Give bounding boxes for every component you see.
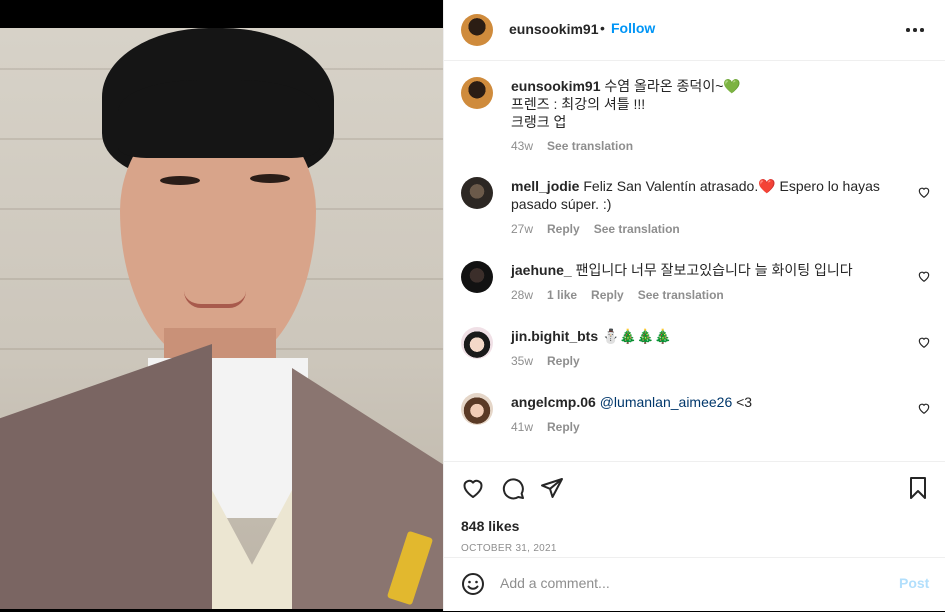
comment-like-icon[interactable] [917, 185, 931, 199]
comment-like-icon[interactable] [917, 335, 931, 349]
caption-line-3: 크랭크 업 [511, 114, 567, 130]
comment-username[interactable]: mell_jodie [511, 178, 579, 194]
caption-meta: 43w See translation [511, 139, 633, 153]
comment-like-icon[interactable] [917, 401, 931, 415]
separator-dot: • [600, 20, 605, 36]
emoji-icon[interactable] [461, 572, 485, 596]
caption-line-2: 프렌즈 : 최강의 셔틀 !!! [511, 96, 646, 112]
comment-meta: 28w 1 like Reply See translation [511, 288, 724, 302]
follow-button[interactable]: Follow [611, 20, 655, 36]
comment-body: ⛄🎄🎄🎄 [602, 328, 672, 344]
post-date: OCTOBER 31, 2021 [461, 543, 557, 554]
caption-text: eunsookim91 수염 올라온 종덕이~💚 프렌즈 : 최강의 셔틀 !!… [511, 77, 921, 131]
post-button[interactable]: Post [899, 575, 929, 591]
reply-button[interactable]: Reply [591, 288, 624, 302]
see-translation-button[interactable]: See translation [594, 222, 680, 236]
reply-button[interactable]: Reply [547, 420, 580, 434]
comment-avatar[interactable] [461, 177, 493, 209]
comment-time[interactable]: 35w [511, 354, 533, 368]
comment-meta: 41w Reply [511, 420, 580, 434]
comment-text: jaehune_ 팬입니다 너무 잘보고있습니다 늘 화이팅 입니다 [511, 261, 896, 279]
comment-avatar[interactable] [461, 327, 493, 359]
more-icon[interactable] [906, 17, 924, 37]
photo-scene [0, 28, 443, 609]
caption-see-translation[interactable]: See translation [547, 139, 633, 153]
reply-button[interactable]: Reply [547, 354, 580, 368]
add-comment-input[interactable]: Add a comment... [500, 575, 880, 591]
comment-avatar[interactable] [461, 261, 493, 293]
comment-mention[interactable]: @lumanlan_aimee26 [600, 394, 733, 410]
comment-username[interactable]: angelcmp.06 [511, 394, 596, 410]
likes-count[interactable]: 848 likes [461, 518, 519, 534]
comment-like-icon[interactable] [917, 269, 931, 283]
owner-username[interactable]: eunsookim91 [509, 21, 598, 37]
fringe [118, 80, 320, 158]
see-translation-button[interactable]: See translation [638, 288, 724, 302]
comment-text: mell_jodie Feliz San Valentín atrasado.❤… [511, 177, 896, 213]
comment-bar: Add a comment... Post [444, 557, 945, 612]
reply-button[interactable]: Reply [547, 222, 580, 236]
comment-icon[interactable] [501, 476, 525, 500]
comment-avatar[interactable] [461, 393, 493, 425]
comment-time[interactable]: 28w [511, 288, 533, 302]
comment-username[interactable]: jaehune_ [511, 262, 572, 278]
owner-avatar[interactable] [461, 14, 493, 46]
post-header: eunsookim91 • Follow [444, 0, 945, 61]
comment-body: 팬입니다 너무 잘보고있습니다 늘 화이팅 입니다 [575, 262, 853, 278]
jacket-left [0, 344, 212, 609]
caption-time[interactable]: 43w [511, 139, 533, 153]
caption-line-1: 수염 올라온 종덕이~💚 [604, 78, 741, 94]
bookmark-icon[interactable] [906, 476, 930, 500]
comment-time[interactable]: 27w [511, 222, 533, 236]
comment-likes[interactable]: 1 like [547, 288, 577, 302]
heart-icon[interactable] [461, 476, 485, 500]
comment-meta: 27w Reply See translation [511, 222, 680, 236]
comment-meta: 35w Reply [511, 354, 580, 368]
comment-username[interactable]: jin.bighit_bts [511, 328, 598, 344]
comment-body: <3 [736, 394, 753, 410]
actions-divider [444, 461, 945, 462]
caption-username[interactable]: eunsookim91 [511, 78, 600, 94]
share-icon[interactable] [540, 476, 564, 500]
caption-avatar[interactable] [461, 77, 493, 109]
comment-time[interactable]: 41w [511, 420, 533, 434]
post-photo[interactable] [0, 0, 443, 611]
comment-text: jin.bighit_bts ⛄🎄🎄🎄 [511, 327, 896, 345]
post-panel: eunsookim91 • Follow eunsookim91 수염 올라온 … [443, 0, 945, 611]
comment-text: angelcmp.06 @lumanlan_aimee26 <3 [511, 393, 896, 411]
